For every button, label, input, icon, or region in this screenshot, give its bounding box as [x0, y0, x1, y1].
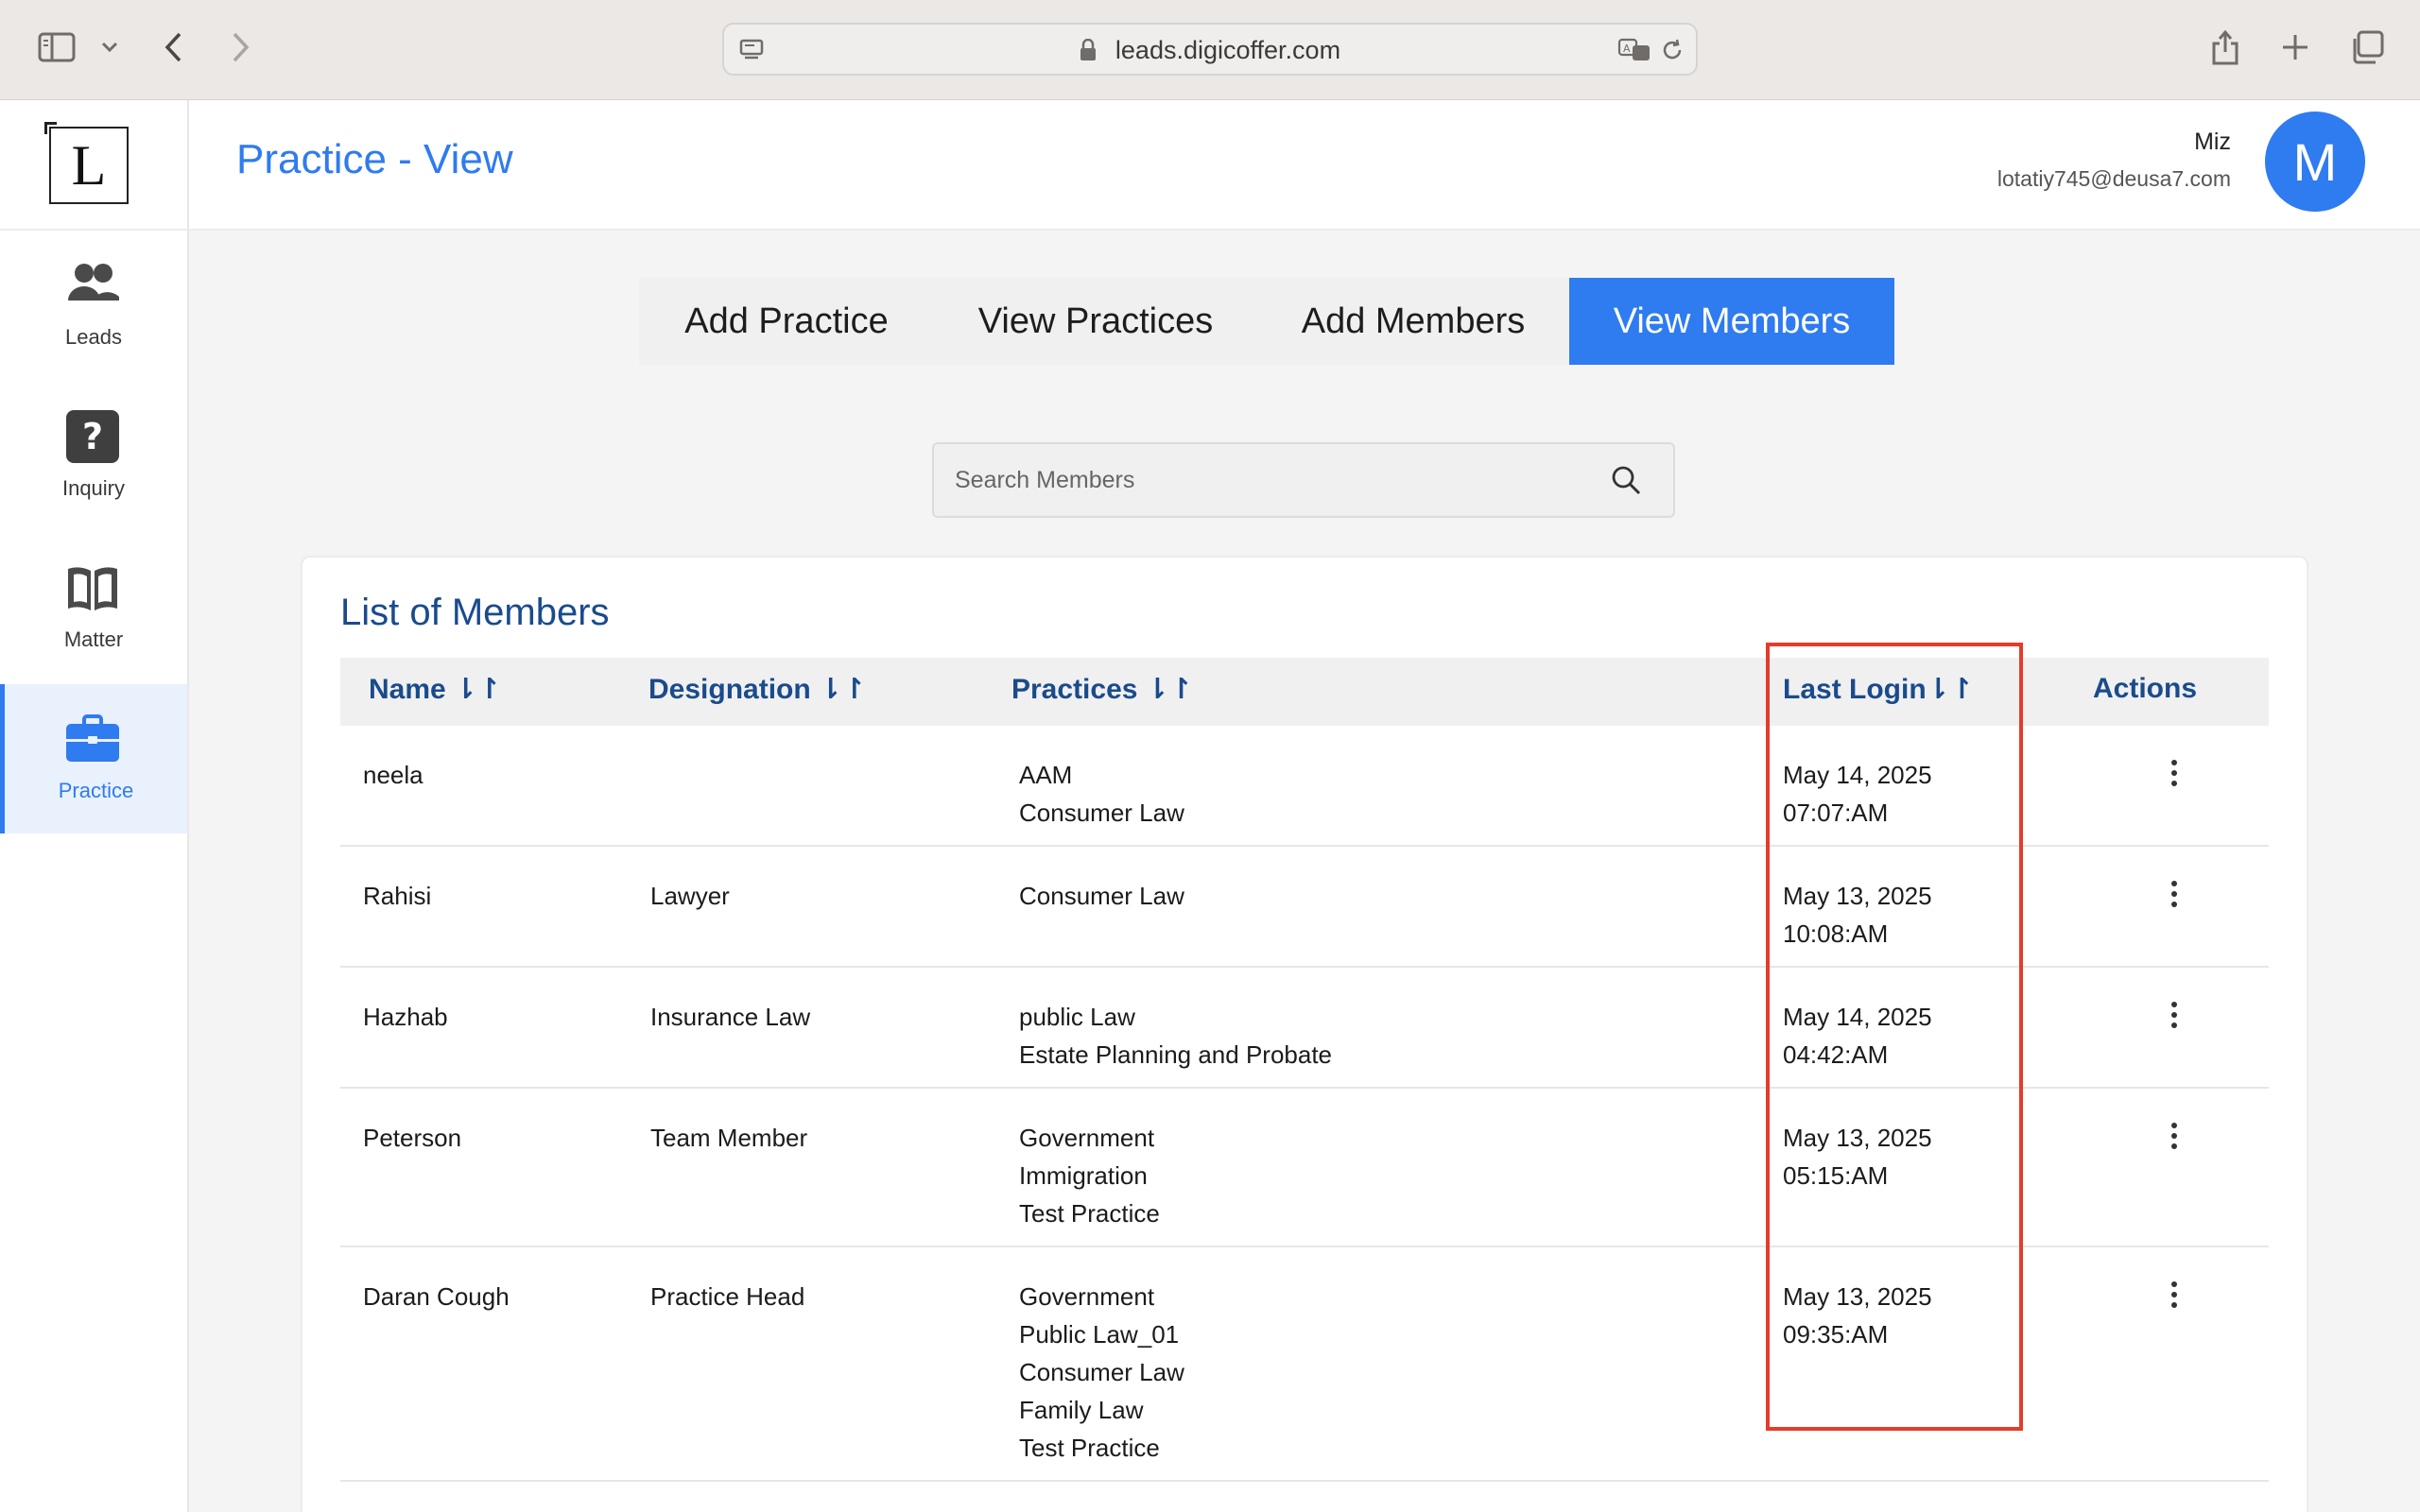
practice-item: public Law — [1019, 1003, 1135, 1031]
logo[interactable]: L — [44, 122, 129, 204]
reload-icon[interactable] — [1658, 36, 1686, 64]
sidebar-item-leads[interactable]: Leads — [0, 231, 187, 380]
practice-item: Public Law_01 — [1019, 1320, 1180, 1349]
practice-item: Consumer Law — [1019, 799, 1184, 827]
practice-item: Immigration — [1019, 1161, 1148, 1190]
sidebar-item-label: Practice — [58, 779, 134, 802]
user-email: lotatiy745@deusa7.com — [1996, 166, 2231, 191]
svg-text:A: A — [1623, 43, 1631, 55]
member-practices: Consumer Law — [1019, 877, 1184, 915]
column-actions: Actions — [2093, 673, 2198, 704]
new-tab-icon[interactable] — [2278, 30, 2312, 64]
member-practices: Government Public Law_01 Consumer Law Fa… — [1019, 1278, 1184, 1467]
briefcase-icon — [64, 711, 121, 767]
practice-item: Test Practice — [1019, 1199, 1160, 1228]
column-name[interactable]: Name ⇂↾ — [369, 673, 501, 706]
member-practices: AAM Consumer Law — [1019, 756, 1184, 832]
users-icon — [64, 257, 121, 314]
member-designation: Practice Head — [650, 1282, 805, 1311]
browser-toolbar: leads.digicoffer.com A — [0, 0, 2420, 100]
back-icon[interactable] — [159, 28, 187, 66]
chevron-down-icon[interactable] — [98, 36, 121, 59]
sidebar-item-label: Matter — [63, 627, 124, 651]
logo-area: L — [0, 100, 187, 231]
share-icon[interactable] — [2208, 26, 2242, 68]
sidebar-item-label: Leads — [65, 325, 122, 349]
row-actions-menu-icon[interactable] — [2165, 881, 2184, 913]
svg-text:?: ? — [82, 416, 103, 457]
row-actions-menu-icon[interactable] — [2165, 1123, 2184, 1155]
member-practices: Government Immigration Test Practice — [1019, 1119, 1160, 1232]
column-designation[interactable]: Designation ⇂↾ — [648, 673, 866, 706]
practice-item: Estate Planning and Probate — [1019, 1040, 1333, 1069]
avatar[interactable]: M — [2265, 112, 2365, 212]
page-title: Practice - View — [236, 136, 513, 182]
practice-item: Consumer Law — [1019, 882, 1184, 910]
row-actions-menu-icon[interactable] — [2165, 760, 2184, 792]
member-designation: Team Member — [650, 1124, 808, 1152]
members-title: List of Members — [340, 592, 610, 633]
translate-icon[interactable]: A — [1616, 36, 1652, 64]
tab-add-practice[interactable]: Add Practice — [639, 278, 934, 365]
forward-icon[interactable] — [227, 28, 255, 66]
member-designation: Lawyer — [650, 882, 730, 910]
member-name: Peterson — [363, 1124, 462, 1152]
book-icon — [64, 559, 121, 616]
practice-item: Test Practice — [1019, 1434, 1160, 1462]
member-name: Daran Cough — [363, 1282, 510, 1311]
sidebar-item-matter[interactable]: Matter — [0, 533, 187, 682]
sidebar: L Leads ? Inquiry Matter Practice — [0, 100, 189, 1512]
search-input[interactable] — [955, 461, 1579, 499]
column-practices[interactable]: Practices ⇂↾ — [1011, 673, 1193, 706]
question-icon: ? — [64, 408, 121, 465]
member-name: Rahisi — [363, 882, 432, 910]
sidebar-item-practice[interactable]: Practice — [0, 684, 187, 833]
sidebar-toggle-icon[interactable] — [36, 30, 78, 64]
member-name: Hazhab — [363, 1003, 448, 1031]
tab-overview-icon[interactable] — [2348, 28, 2386, 66]
practice-tabs: Add Practice View Practices Add Members … — [639, 278, 1894, 365]
practice-item: Family Law — [1019, 1396, 1144, 1424]
tab-add-members[interactable]: Add Members — [1257, 278, 1569, 365]
row-actions-menu-icon[interactable] — [2165, 1281, 2184, 1314]
sidebar-item-inquiry[interactable]: ? Inquiry — [0, 382, 187, 531]
last-login-highlight — [1766, 643, 2023, 1431]
page-header: Practice - View Miz lotatiy745@deusa7.co… — [189, 100, 2420, 231]
search-box — [932, 442, 1675, 518]
search-icon[interactable] — [1609, 463, 1645, 499]
member-name: neela — [363, 761, 424, 789]
practice-item: Consumer Law — [1019, 1358, 1184, 1386]
tab-view-practices[interactable]: View Practices — [934, 278, 1257, 365]
member-practices: public Law Estate Planning and Probate — [1019, 998, 1332, 1074]
tab-view-members[interactable]: View Members — [1569, 278, 1894, 365]
address-bar[interactable]: leads.digicoffer.com A — [722, 23, 1698, 76]
url-text: leads.digicoffer.com — [1115, 36, 1341, 64]
row-actions-menu-icon[interactable] — [2165, 1002, 2184, 1034]
practice-item: AAM — [1019, 761, 1073, 789]
practice-item: Government — [1019, 1124, 1155, 1152]
user-name: Miz — [2194, 129, 2231, 155]
member-designation: Insurance Law — [650, 1003, 811, 1031]
practice-item: Government — [1019, 1282, 1155, 1311]
sidebar-item-label: Inquiry — [61, 476, 126, 500]
